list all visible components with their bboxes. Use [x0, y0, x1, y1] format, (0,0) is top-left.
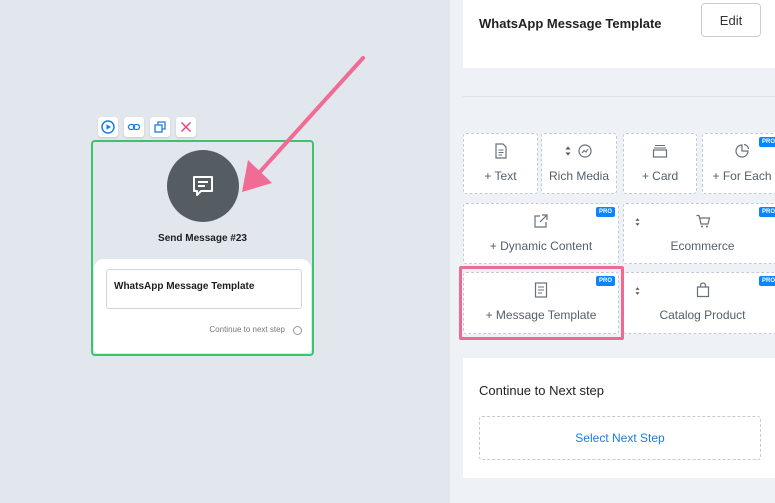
node-message-icon-circle	[167, 150, 239, 222]
tile-for-each[interactable]: PRO + For Each	[702, 133, 775, 194]
rich-media-icon	[578, 144, 592, 158]
tile-label: Catalog Product	[659, 308, 746, 322]
close-icon	[180, 121, 192, 133]
bag-icon	[696, 282, 709, 298]
node-card: WhatsApp Message Template Continue to ne…	[94, 259, 311, 353]
tile-label: + Message Template	[485, 308, 597, 322]
link-icon	[127, 123, 141, 131]
flow-canvas[interactable]: Send Message #23 WhatsApp Message Templa…	[0, 0, 450, 503]
copy-icon	[154, 121, 166, 133]
tile-text[interactable]: + Text	[463, 133, 538, 194]
tile-ecommerce[interactable]: PRO Ecommerce	[623, 203, 775, 264]
tile-card[interactable]: + Card	[623, 133, 697, 194]
edit-button[interactable]: Edit	[701, 3, 761, 37]
text-icon	[494, 143, 507, 159]
tile-label: + For Each	[712, 169, 772, 183]
tile-dynamic-content[interactable]: PRO + Dynamic Content	[463, 203, 619, 264]
node-template-item[interactable]: WhatsApp Message Template	[106, 269, 302, 309]
play-icon	[101, 120, 115, 134]
node-title: Send Message #23	[158, 233, 247, 244]
select-next-step-button[interactable]: Select Next Step	[479, 416, 761, 460]
continue-title: Continue to Next step	[479, 383, 605, 398]
divider	[463, 96, 775, 97]
tile-rich-media[interactable]: Rich Media	[541, 133, 617, 194]
for-each-icon	[735, 143, 750, 158]
dynamic-content-icon	[534, 214, 548, 228]
tile-label: + Card	[641, 169, 679, 183]
tile-label: Rich Media	[548, 169, 610, 183]
panel-title: WhatsApp Message Template	[479, 16, 662, 31]
drag-handle-icon	[565, 146, 571, 156]
delete-button[interactable]	[176, 117, 196, 137]
node-toolbar	[98, 117, 196, 137]
chat-message-icon	[193, 176, 213, 196]
message-template-icon	[534, 282, 548, 298]
tile-label: Ecommerce	[670, 239, 735, 253]
tile-label: + Text	[484, 169, 517, 183]
continue-section: Continue to Next step Select Next Step	[463, 358, 775, 478]
link-button[interactable]	[124, 117, 144, 137]
node-next-step-connector[interactable]	[293, 326, 302, 335]
send-message-node[interactable]: Send Message #23 WhatsApp Message Templa…	[91, 140, 314, 356]
tile-message-template[interactable]: PRO + Message Template	[463, 272, 619, 334]
tile-catalog-product[interactable]: PRO Catalog Product	[623, 272, 775, 334]
panel-header: WhatsApp Message Template Edit	[463, 0, 775, 68]
play-button[interactable]	[98, 117, 118, 137]
duplicate-button[interactable]	[150, 117, 170, 137]
card-icon	[652, 144, 668, 158]
tile-label: + Dynamic Content	[489, 239, 593, 253]
node-continue-label: Continue to next step	[209, 325, 285, 334]
cart-icon	[696, 214, 710, 228]
